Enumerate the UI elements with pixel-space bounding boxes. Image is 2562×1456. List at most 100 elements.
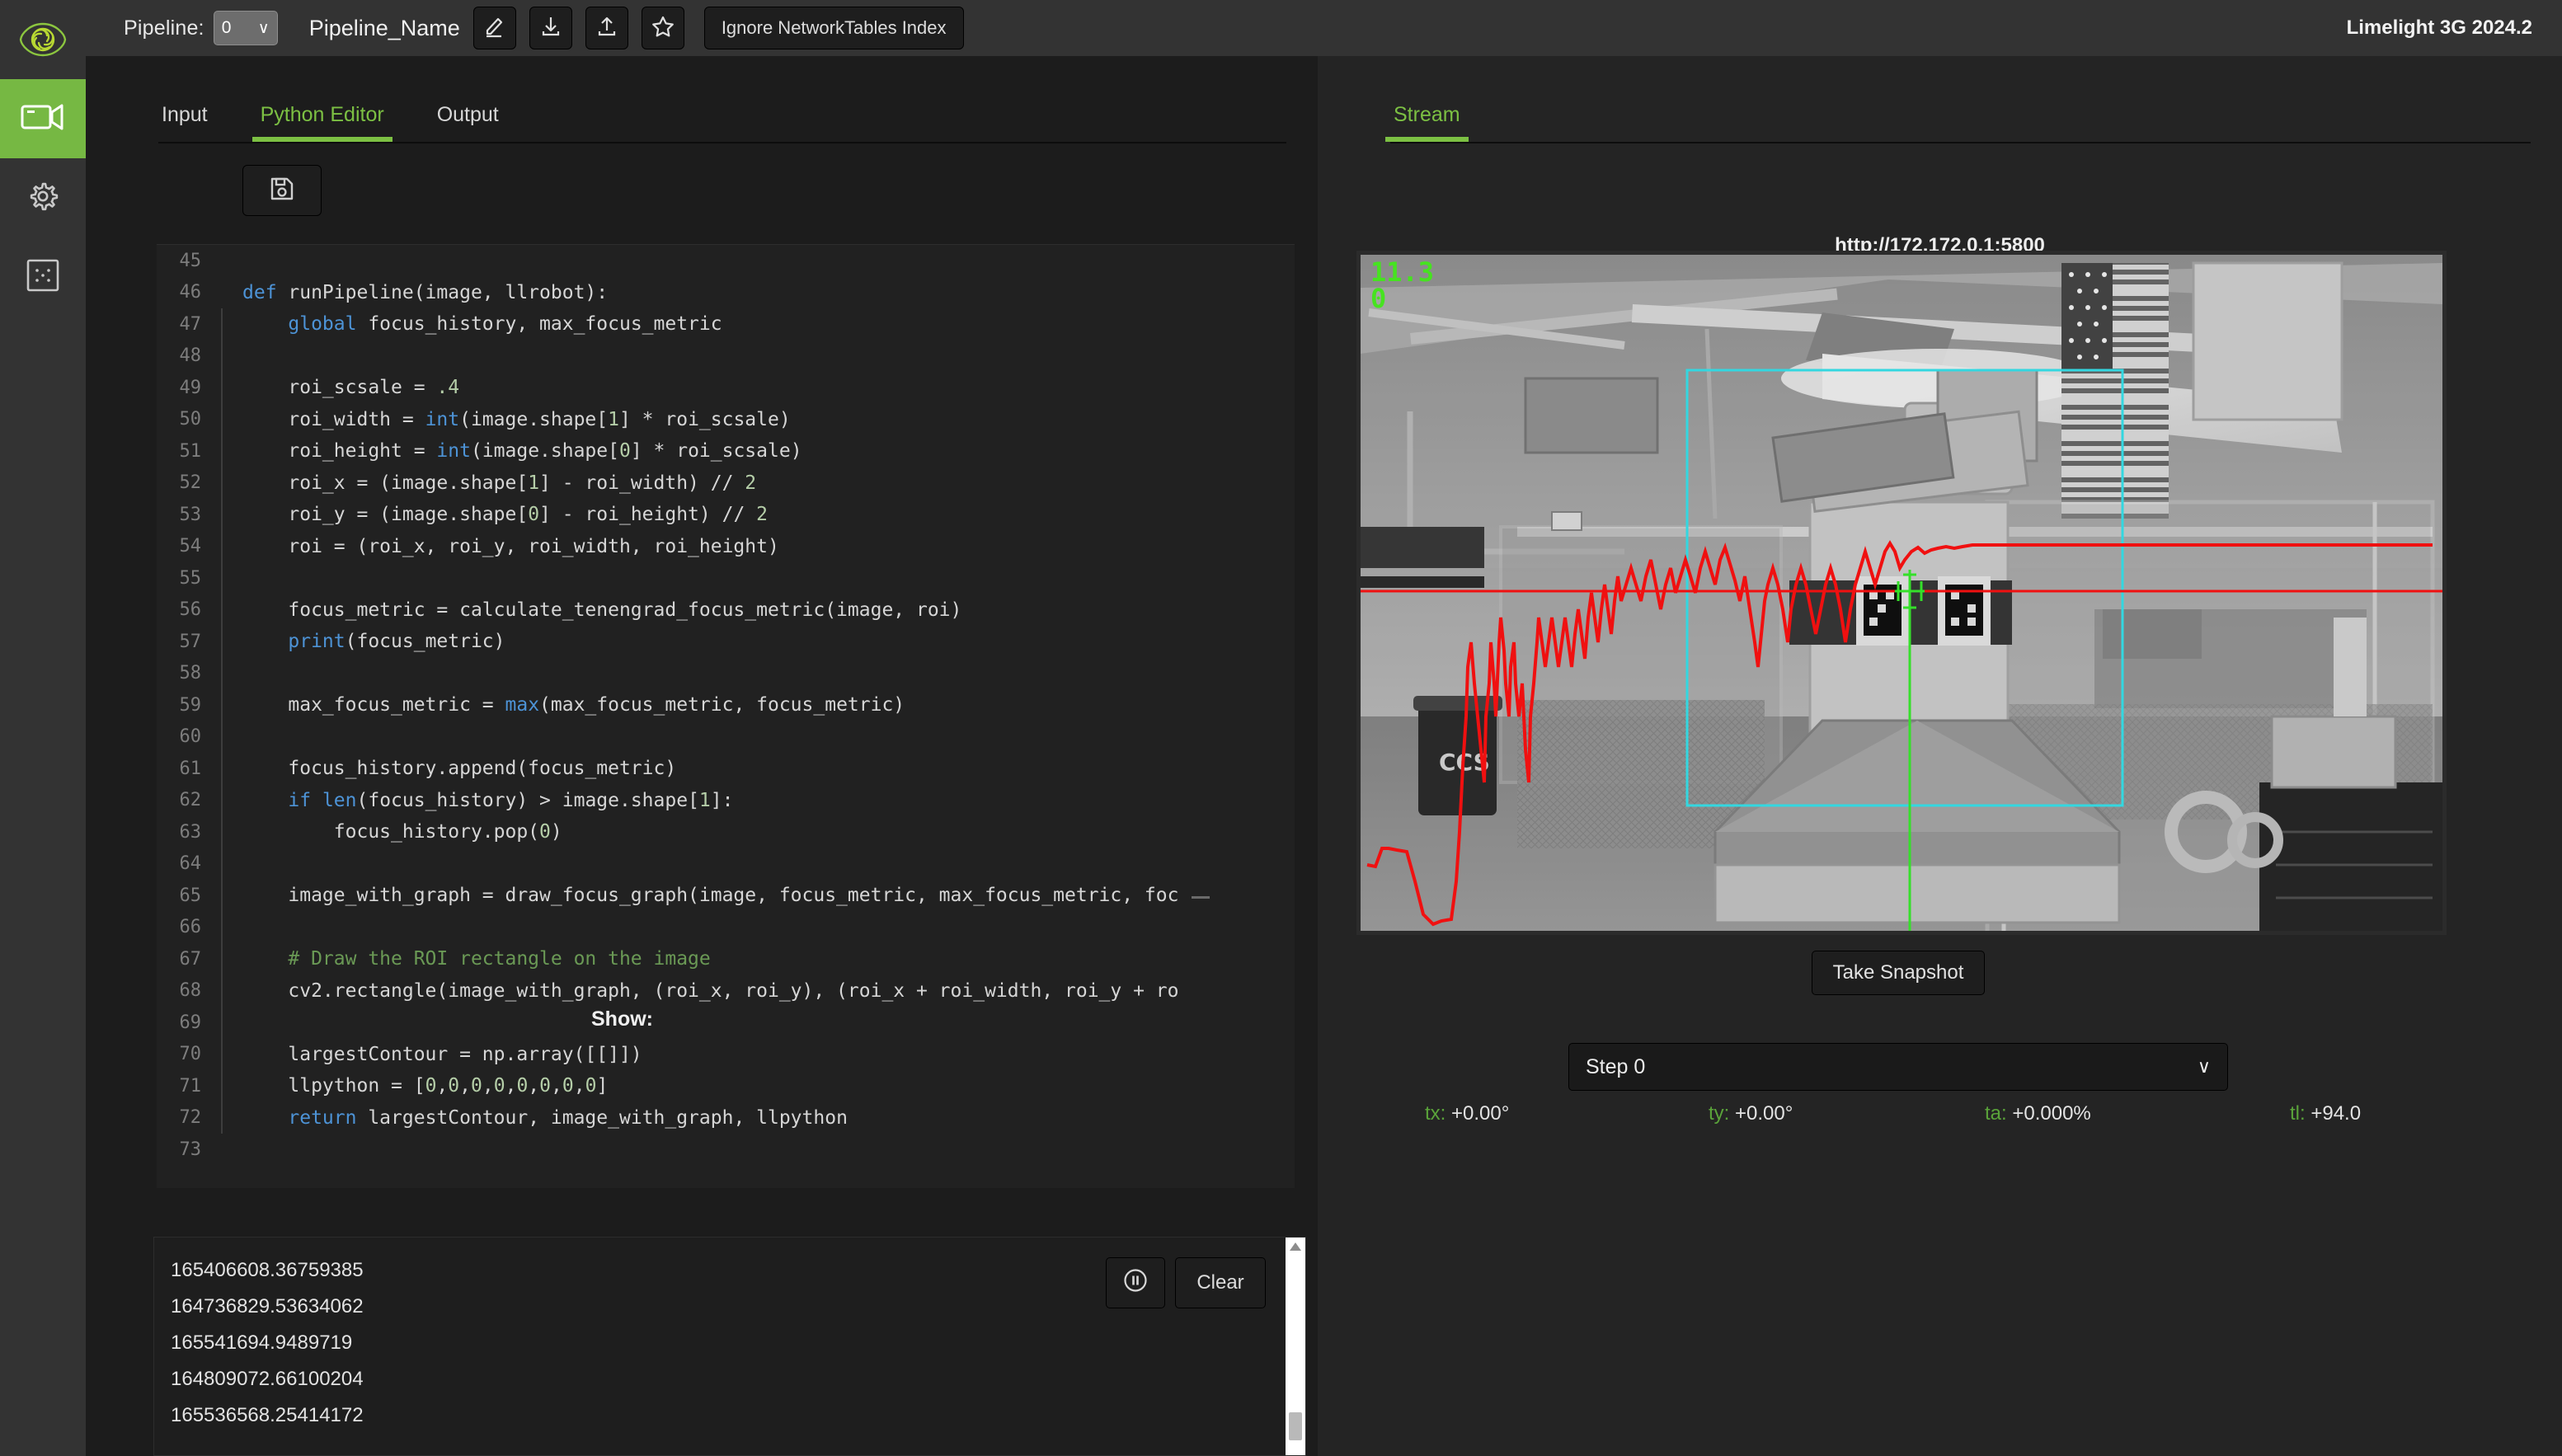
stream-image: CCS	[1361, 255, 2442, 931]
code-line-number: 70	[179, 1044, 202, 1065]
console-line: 164809072.66100204	[171, 1368, 364, 1390]
code-line-text: image_with_graph = draw_focus_graph(imag…	[242, 885, 1179, 907]
download-icon	[538, 14, 563, 43]
code-line: 73	[157, 1134, 1295, 1166]
code-line-text: focus_metric = calculate_tenengrad_focus…	[242, 599, 962, 621]
pipeline-select[interactable]: 0 ∨	[213, 11, 278, 45]
editor-horizontal-scrollbar[interactable]	[1192, 896, 1210, 899]
code-line-number: 62	[179, 790, 202, 811]
code-line-text: focus_history.append(focus_metric)	[242, 758, 677, 780]
sidebar-item-grid[interactable]	[0, 237, 86, 317]
console-scrollbar-thumb[interactable]	[1289, 1412, 1302, 1440]
code-line-number: 73	[179, 1139, 202, 1160]
code-line-text: # Draw the ROI rectangle on the image	[242, 948, 711, 970]
targeting-tl: tl: +94.0	[2290, 1102, 2361, 1125]
take-snapshot-button[interactable]: Take Snapshot	[1812, 951, 1985, 995]
save-script-button[interactable]	[242, 165, 322, 216]
pipeline-label: Pipeline:	[124, 16, 204, 40]
scroll-up-arrow-icon[interactable]	[1289, 1241, 1302, 1256]
sidebar	[0, 0, 86, 1456]
show-label: Show:	[591, 1007, 653, 1031]
ignore-networktables-index-button[interactable]: Ignore NetworkTables Index	[703, 7, 964, 49]
code-line-text: roi_y = (image.shape[0] - roi_height) //…	[242, 504, 769, 526]
code-indent-guide	[221, 340, 223, 372]
tab-stream[interactable]: Stream	[1385, 103, 1469, 142]
save-floppy-icon	[269, 176, 295, 206]
console-line: 165536568.25414172	[171, 1404, 364, 1426]
code-line: 47 global focus_history, max_focus_metri…	[157, 308, 1295, 341]
editor-tabs: Input Python Editor Output	[86, 56, 1318, 142]
targeting-ty-value: +0.00°	[1735, 1102, 1793, 1125]
code-line: 68 cv2.rectangle(image_with_graph, (roi_…	[157, 975, 1295, 1007]
code-line: 49 roi_scsale = .4	[157, 372, 1295, 404]
code-line-text: global focus_history, max_focus_metric	[288, 313, 722, 336]
code-line-number: 66	[179, 917, 202, 938]
download-pipeline-button[interactable]	[529, 7, 572, 49]
console-output[interactable]: 165406608.36759385 164736829.53634062 1655…	[153, 1237, 1306, 1456]
camera-stream-view[interactable]: CCS	[1356, 251, 2447, 935]
code-indent-guide	[221, 848, 223, 880]
python-code-editor[interactable]: 45 46 def runPipeline(image, llrobot): 47 g…	[157, 244, 1295, 1188]
code-line-number: 53	[179, 504, 202, 525]
code-line: 58	[157, 657, 1295, 689]
code-line-number: 55	[179, 567, 202, 589]
code-indent-guide	[221, 562, 223, 594]
stream-overlay-count: 0	[1370, 283, 1387, 314]
edit-pipeline-name-button[interactable]	[472, 7, 516, 49]
code-line: 62 if len(focus_history) > image.shape[1…	[157, 784, 1295, 816]
code-line-text: max_focus_metric = max(max_focus_metric,…	[242, 694, 905, 716]
chevron-down-icon: ∨	[257, 19, 270, 37]
sidebar-item-camera[interactable]	[0, 79, 86, 158]
code-line: 48	[157, 340, 1295, 372]
code-line: 71 llpython = [0,0,0,0,0,0,0,0]	[157, 1070, 1295, 1102]
star-icon	[651, 14, 675, 43]
targeting-ta-key: ta:	[1985, 1102, 2007, 1125]
app-version: Limelight 3G 2024.2	[2346, 16, 2532, 39]
code-line-number: 56	[179, 599, 202, 621]
chevron-down-icon: ∨	[2197, 1056, 2211, 1077]
code-line: 72 return largestContour, image_with_gra…	[157, 1101, 1295, 1134]
code-line-number: 71	[179, 1075, 202, 1097]
code-line: 54 roi = (roi_x, roi_y, roi_width, roi_h…	[157, 530, 1295, 562]
tab-python-editor[interactable]: Python Editor	[251, 103, 393, 142]
code-line-number: 59	[179, 694, 202, 716]
top-toolbar: Pipeline: 0 ∨ Pipeline_Name Ignore Netwo…	[86, 0, 2562, 56]
code-line-text: def runPipeline(image, llrobot):	[242, 281, 609, 303]
code-line: 55	[157, 562, 1295, 594]
tab-output[interactable]: Output	[434, 103, 502, 142]
code-line: 50 roi_width = int(image.shape[1] * roi_…	[157, 403, 1295, 435]
code-line-number: 58	[179, 663, 202, 684]
code-line-text: return largestContour, image_with_graph,…	[288, 1106, 848, 1129]
code-line: 61 focus_history.append(focus_metric)	[157, 753, 1295, 785]
code-line-number: 72	[179, 1107, 202, 1129]
favorite-pipeline-button[interactable]	[641, 7, 684, 49]
show-select[interactable]: Step 0 ∨	[1568, 1043, 2228, 1091]
camera-icon	[21, 101, 65, 138]
sidebar-item-settings[interactable]	[0, 158, 86, 237]
code-line-number: 50	[179, 409, 202, 430]
code-indent-guide	[221, 245, 223, 277]
upload-pipeline-button[interactable]	[585, 7, 628, 49]
tab-input[interactable]: Input	[158, 103, 211, 142]
targeting-tx: tx: +0.00°	[1425, 1102, 1509, 1125]
targeting-ty: ty: +0.00°	[1709, 1102, 1793, 1125]
upload-icon	[595, 14, 619, 43]
stream-tab-divider	[1390, 142, 2531, 143]
code-indent-guide	[221, 721, 223, 753]
limelight-eye-icon	[0, 0, 86, 79]
code-line-number: 54	[179, 536, 202, 557]
code-line: 45	[157, 245, 1295, 277]
code-line: 46 def runPipeline(image, llrobot):	[157, 277, 1295, 309]
targeting-tl-value: +94.0	[2311, 1102, 2362, 1125]
code-line-text: roi_x = (image.shape[1] - roi_width) // …	[242, 472, 757, 494]
code-line: 64	[157, 848, 1295, 880]
console-scrollbar[interactable]	[1286, 1238, 1305, 1455]
show-select-value: Step 0	[1586, 1054, 1646, 1078]
code-line-number: 57	[179, 631, 202, 652]
code-line: 53 roi_y = (image.shape[0] - roi_height)…	[157, 499, 1295, 531]
pause-console-button[interactable]	[1106, 1257, 1165, 1308]
code-line-number: 65	[179, 885, 202, 906]
code-line-number: 49	[179, 377, 202, 398]
code-line-number: 51	[179, 440, 202, 462]
clear-console-button[interactable]: Clear	[1175, 1257, 1266, 1308]
